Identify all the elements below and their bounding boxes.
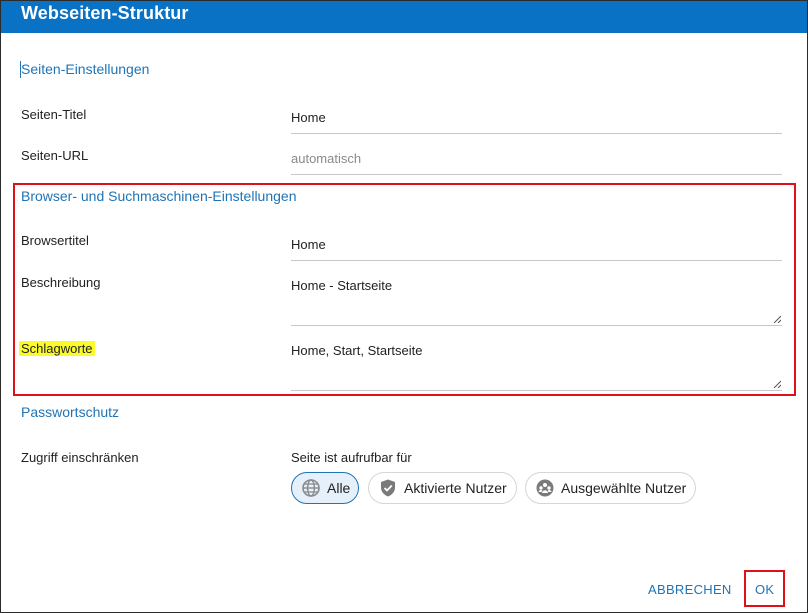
browser-title-value: Home <box>291 237 326 252</box>
users-group-icon <box>536 479 554 497</box>
page-title-input[interactable]: Home <box>291 104 782 134</box>
dialog-titlebar: Webseiten-Struktur <box>1 1 807 33</box>
section-title-page-settings: Seiten-Einstellungen <box>21 61 150 77</box>
access-option-selected-users-label: Ausgewählte Nutzer <box>561 480 687 496</box>
browser-title-label: Browsertitel <box>21 233 89 248</box>
section-title-password: Passwortschutz <box>21 404 120 420</box>
access-option-activated-users[interactable]: Aktivierte Nutzer <box>368 472 517 504</box>
access-option-all-label: Alle <box>327 480 351 496</box>
ok-button[interactable]: OK <box>755 582 774 597</box>
access-option-all[interactable]: Alle <box>291 472 359 504</box>
page-url-input[interactable]: automatisch <box>291 145 782 175</box>
description-value: Home - Startseite <box>291 278 393 293</box>
browser-title-input[interactable]: Home <box>291 231 782 261</box>
globe-icon <box>302 479 320 497</box>
resize-handle-icon[interactable] <box>773 380 781 388</box>
access-option-selected-users[interactable]: Ausgewählte Nutzer <box>525 472 696 504</box>
access-caption: Seite ist aufrufbar für <box>291 450 412 465</box>
keywords-label-highlight: Schlagworte <box>19 341 95 356</box>
resize-handle-icon[interactable] <box>773 315 781 323</box>
keywords-label: Schlagworte <box>19 341 95 356</box>
access-label: Zugriff einschränken <box>21 450 139 465</box>
keywords-value: Home, Start, Startseite <box>291 343 423 358</box>
description-label: Beschreibung <box>21 275 101 290</box>
page-title-label: Seiten-Titel <box>21 107 87 122</box>
page-url-label: Seiten-URL <box>21 148 89 163</box>
dialog-title: Webseiten-Struktur <box>21 3 189 23</box>
page-title-value: Home <box>291 110 326 125</box>
keywords-textarea[interactable]: Home, Start, Startseite <box>291 337 782 391</box>
cancel-button[interactable]: ABBRECHEN <box>648 582 732 597</box>
description-textarea[interactable]: Home - Startseite <box>291 272 782 326</box>
page-url-placeholder: automatisch <box>291 151 362 166</box>
shield-check-icon <box>381 479 395 497</box>
access-option-activated-users-label: Aktivierte Nutzer <box>404 480 507 496</box>
section-title-browser-seo: Browser- und Suchmaschinen-Einstellungen <box>21 188 297 204</box>
